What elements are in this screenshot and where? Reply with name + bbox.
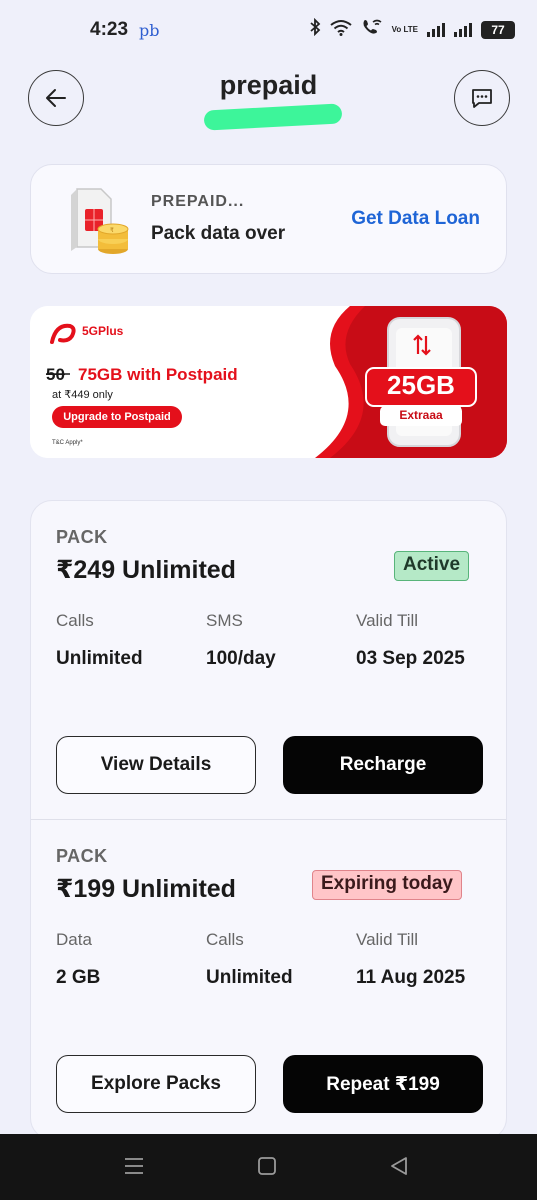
- detail-heading: Calls: [56, 611, 94, 630]
- wifi-calling-icon: [361, 18, 383, 41]
- volte-icon: Vo LTE: [391, 25, 418, 34]
- detail-value: 11 Aug 2025: [356, 967, 466, 988]
- banner-old-data: 50: [46, 365, 65, 384]
- explore-packs-button[interactable]: Explore Packs: [56, 1055, 256, 1113]
- bluetooth-icon: [309, 17, 321, 41]
- loan-title: PREPAID...: [151, 193, 245, 210]
- data-loan-card[interactable]: ₹ PREPAID... Pack data over Get Data Loa…: [30, 164, 507, 274]
- banner-brand: 5GPlus: [82, 324, 124, 338]
- banner-cta[interactable]: Upgrade to Postpaid: [52, 406, 182, 428]
- prepaid-screen: 4:23 pb Vo LTE 77 prepaid ₹ PREPAID... P…: [0, 0, 537, 1200]
- banner-tnc: T&C Apply*: [52, 440, 83, 446]
- packs-card: PACK ₹249 Unlimited Active Calls Unlimit…: [30, 500, 507, 1140]
- detail-heading: Calls: [206, 930, 244, 949]
- pack-label: PACK: [56, 846, 108, 866]
- pack-detail-sms: SMS 100/day: [206, 611, 276, 674]
- detail-heading: SMS: [206, 611, 243, 630]
- system-nav-bar: [0, 1134, 537, 1200]
- pack-name: ₹199 Unlimited: [56, 875, 236, 903]
- get-data-loan-link[interactable]: Get Data Loan: [351, 208, 480, 230]
- pack-item: PACK ₹249 Unlimited Active Calls Unlimit…: [31, 501, 506, 819]
- status-badge-expiring: Expiring today: [312, 870, 462, 900]
- pack-detail-valid-till: Valid Till 11 Aug 2025: [356, 930, 476, 993]
- wifi-icon: [330, 19, 352, 41]
- signal-icon: [454, 22, 472, 37]
- repeat-recharge-button[interactable]: Repeat ₹199: [283, 1055, 483, 1113]
- detail-value: 03 Sep 2025: [356, 648, 465, 669]
- battery-icon: 77: [481, 20, 515, 39]
- detail-heading: Data: [56, 930, 92, 949]
- detail-value: 2 GB: [56, 967, 101, 988]
- chat-icon: [472, 89, 492, 108]
- detail-heading: Valid Till: [356, 930, 419, 949]
- detail-value: 100/day: [206, 648, 276, 669]
- pack-name: ₹249 Unlimited: [56, 556, 236, 584]
- banner-price: at ₹449 only: [52, 389, 113, 401]
- pack-detail-data: Data 2 GB: [56, 930, 100, 993]
- chat-button[interactable]: [454, 70, 510, 126]
- pack-label: PACK: [56, 527, 108, 547]
- signal-icon: [427, 22, 445, 37]
- status-icons: Vo LTE 77: [309, 17, 515, 41]
- status-bar: 4:23 pb Vo LTE 77: [0, 0, 537, 60]
- banner-offer: 75GB with Postpaid: [78, 365, 238, 384]
- recharge-button[interactable]: Recharge: [283, 736, 483, 794]
- svg-text:₹: ₹: [110, 227, 114, 234]
- home-icon[interactable]: [257, 1154, 277, 1178]
- pack-detail-valid-till: Valid Till 03 Sep 2025: [356, 611, 476, 674]
- menu-icon[interactable]: [123, 1154, 145, 1178]
- loan-subtitle: Pack data over: [151, 223, 286, 244]
- sim-coins-icon: ₹: [71, 188, 129, 254]
- detail-value: Unlimited: [206, 967, 293, 988]
- back-icon[interactable]: [388, 1154, 410, 1178]
- pack-item: PACK ₹199 Unlimited Expiring today Data …: [31, 819, 506, 1139]
- postpaid-promo-banner[interactable]: 5GPlus 50 75GB with Postpaid at ₹449 onl…: [30, 306, 507, 458]
- pack-detail-calls: Calls Unlimited: [56, 611, 143, 674]
- banner-extra-label: Extraaa: [399, 408, 443, 422]
- status-badge-active: Active: [394, 551, 470, 581]
- pack-detail-calls: Calls Unlimited: [206, 930, 293, 993]
- banner-extra-data: 25GB: [387, 370, 455, 400]
- detail-value: Unlimited: [56, 648, 143, 669]
- status-carrier: pb: [139, 21, 160, 40]
- status-time: 4:23: [90, 19, 129, 40]
- title-highlight: [203, 103, 343, 131]
- detail-heading: Valid Till: [356, 611, 419, 630]
- view-details-button[interactable]: View Details: [56, 736, 256, 794]
